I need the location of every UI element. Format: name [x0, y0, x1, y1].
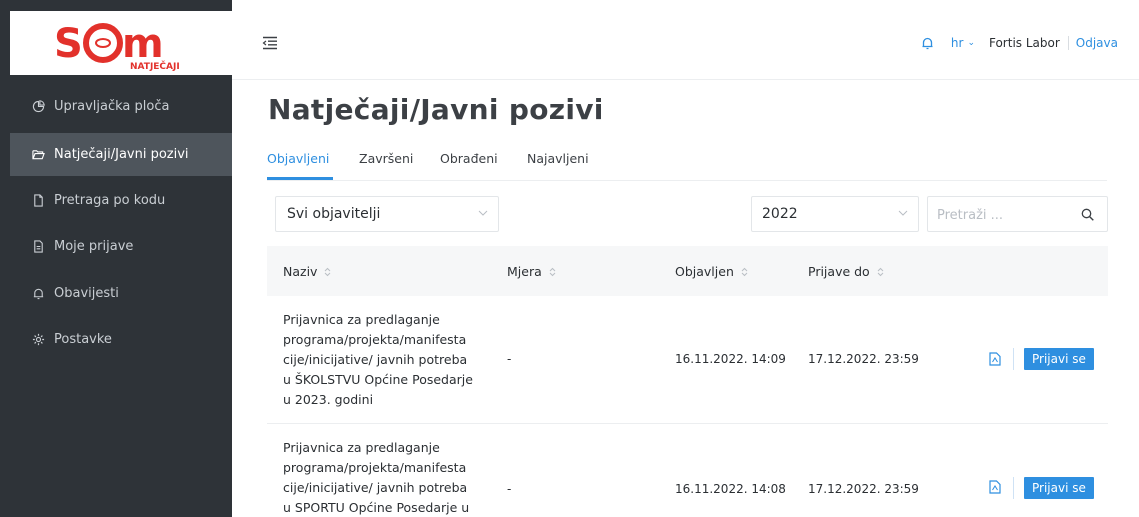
tender-name-line: Prijavnica za predlaganje — [283, 312, 440, 327]
som-logo: S m NATJEČAJI — [54, 21, 180, 72]
svg-text:m: m — [122, 21, 164, 67]
column-header-label: Prijave do — [808, 264, 870, 279]
column-header-measure[interactable]: Mjera — [507, 264, 556, 279]
top-bar: hr ⌄ Fortis Labor Odjava — [232, 0, 1139, 80]
bell-icon — [30, 286, 46, 302]
tender-name: Prijavnica za predlaganje programa/proje… — [283, 310, 483, 410]
column-header-deadline[interactable]: Prijave do — [808, 264, 884, 279]
search-box — [927, 196, 1108, 232]
logo[interactable]: S m NATJEČAJI — [10, 11, 232, 75]
sidebar-item-settings[interactable]: Postavke — [10, 318, 232, 361]
sidebar-item-label: Natječaji/Javni pozivi — [54, 147, 189, 162]
pie-chart-icon — [30, 99, 46, 115]
sidebar: S m NATJEČAJI Upravljačka ploča Natječaj… — [0, 0, 232, 517]
tender-deadline: 17.12.2022. 23:59 — [808, 352, 919, 366]
tender-name-line: cije/inicijative/ javnih potreba — [283, 480, 468, 495]
sort-icon — [549, 267, 556, 276]
tender-name-line: Prijavnica za predlaganje — [283, 440, 440, 455]
chevron-down-icon — [478, 210, 488, 216]
active-tab-indicator — [267, 177, 333, 180]
search-input[interactable] — [937, 205, 1077, 225]
tabs: Objavljeni Završeni Obrađeni Najavljeni — [267, 146, 1107, 181]
tab-announced[interactable]: Najavljeni — [527, 151, 589, 166]
gear-icon — [30, 332, 46, 348]
sidebar-item-notifications[interactable]: Obavijesti — [10, 272, 232, 315]
column-header-label: Mjera — [507, 264, 542, 279]
sidebar-item-my-applications[interactable]: Moje prijave — [10, 225, 232, 268]
tender-name-line: programa/projekta/manifesta — [283, 332, 467, 347]
sidebar-item-code-search[interactable]: Pretraga po kodu — [10, 179, 232, 222]
sidebar-item-label: Postavke — [54, 332, 112, 347]
svg-text:S: S — [54, 21, 83, 67]
tender-deadline: 17.12.2022. 23:59 — [808, 482, 919, 496]
apply-button[interactable]: Prijavi se — [1024, 348, 1094, 370]
tab-finished[interactable]: Završeni — [359, 151, 413, 166]
sidebar-item-tenders[interactable]: Natječaji/Javni pozivi — [10, 133, 232, 176]
tender-measure: - — [507, 352, 512, 366]
tab-published[interactable]: Objavljeni — [267, 151, 329, 166]
search-icon[interactable] — [1081, 208, 1094, 221]
file-icon — [30, 193, 46, 209]
apply-button[interactable]: Prijavi se — [1024, 477, 1094, 499]
column-header-name[interactable]: Naziv — [283, 264, 331, 279]
divider — [1013, 348, 1014, 370]
tender-published-date: 16.11.2022. 14:09 — [675, 352, 786, 366]
year-select[interactable]: 2022 — [751, 196, 919, 232]
tender-name: Prijavnica za predlaganje programa/proje… — [283, 438, 483, 517]
tab-processed[interactable]: Obrađeni — [440, 151, 498, 166]
column-header-label: Objavljen — [675, 264, 734, 279]
divider — [1013, 477, 1014, 499]
page-title: Natječaji/Javni pozivi — [268, 93, 604, 126]
tender-name-line: u 2023. godini — [283, 392, 374, 407]
notification-bell-icon[interactable] — [921, 36, 934, 50]
menu-toggle-icon[interactable] — [262, 36, 278, 50]
sidebar-item-label: Upravljačka ploča — [54, 99, 170, 114]
sidebar-item-label: Pretraga po kodu — [54, 193, 166, 208]
sort-icon — [325, 267, 331, 276]
tender-name-line: u ŠKOLSTVU Općine Posedarje — [283, 372, 473, 387]
sort-icon — [741, 267, 748, 276]
chevron-down-icon — [898, 210, 908, 216]
divider — [1067, 36, 1069, 50]
table-row: Prijavnica za predlaganje programa/proje… — [267, 424, 1108, 517]
tender-name-line: u SPORTU Općine Posedarje u — [283, 500, 470, 515]
table-header: Naziv Mjera Objavljen Prijave do — [267, 246, 1108, 296]
pdf-document-icon[interactable] — [989, 352, 1001, 366]
sort-icon — [877, 267, 884, 276]
publisher-select-value: Svi objavitelji — [287, 206, 381, 222]
column-header-label: Naziv — [283, 264, 318, 279]
logo-subtext: NATJEČAJI — [130, 60, 180, 72]
tender-published-date: 16.11.2022. 14:08 — [675, 482, 786, 496]
chevron-down-icon: ⌄ — [967, 38, 975, 48]
logout-link[interactable]: Odjava — [1076, 36, 1118, 50]
sidebar-item-label: Obavijesti — [54, 286, 119, 301]
tender-name-line: programa/projekta/manifesta — [283, 460, 467, 475]
column-header-published[interactable]: Objavljen — [675, 264, 748, 279]
folder-open-icon — [30, 147, 46, 163]
tender-measure: - — [507, 482, 512, 496]
year-select-value: 2022 — [762, 206, 798, 222]
publisher-select[interactable]: Svi objavitelji — [275, 196, 499, 232]
pdf-document-icon[interactable] — [989, 480, 1001, 494]
top-right-controls: hr ⌄ Fortis Labor Odjava — [921, 36, 1118, 50]
sidebar-item-label: Moje prijave — [54, 239, 134, 254]
table-row: Prijavnica za predlaganje programa/proje… — [267, 296, 1108, 424]
language-label: hr — [950, 36, 964, 50]
tender-name-line: cije/inicijative/ javnih potreba — [283, 352, 468, 367]
sidebar-item-dashboard[interactable]: Upravljačka ploča — [10, 85, 232, 128]
file-text-icon — [30, 239, 46, 255]
user-name: Fortis Labor — [988, 36, 1060, 50]
language-selector[interactable]: hr ⌄ — [951, 36, 975, 50]
